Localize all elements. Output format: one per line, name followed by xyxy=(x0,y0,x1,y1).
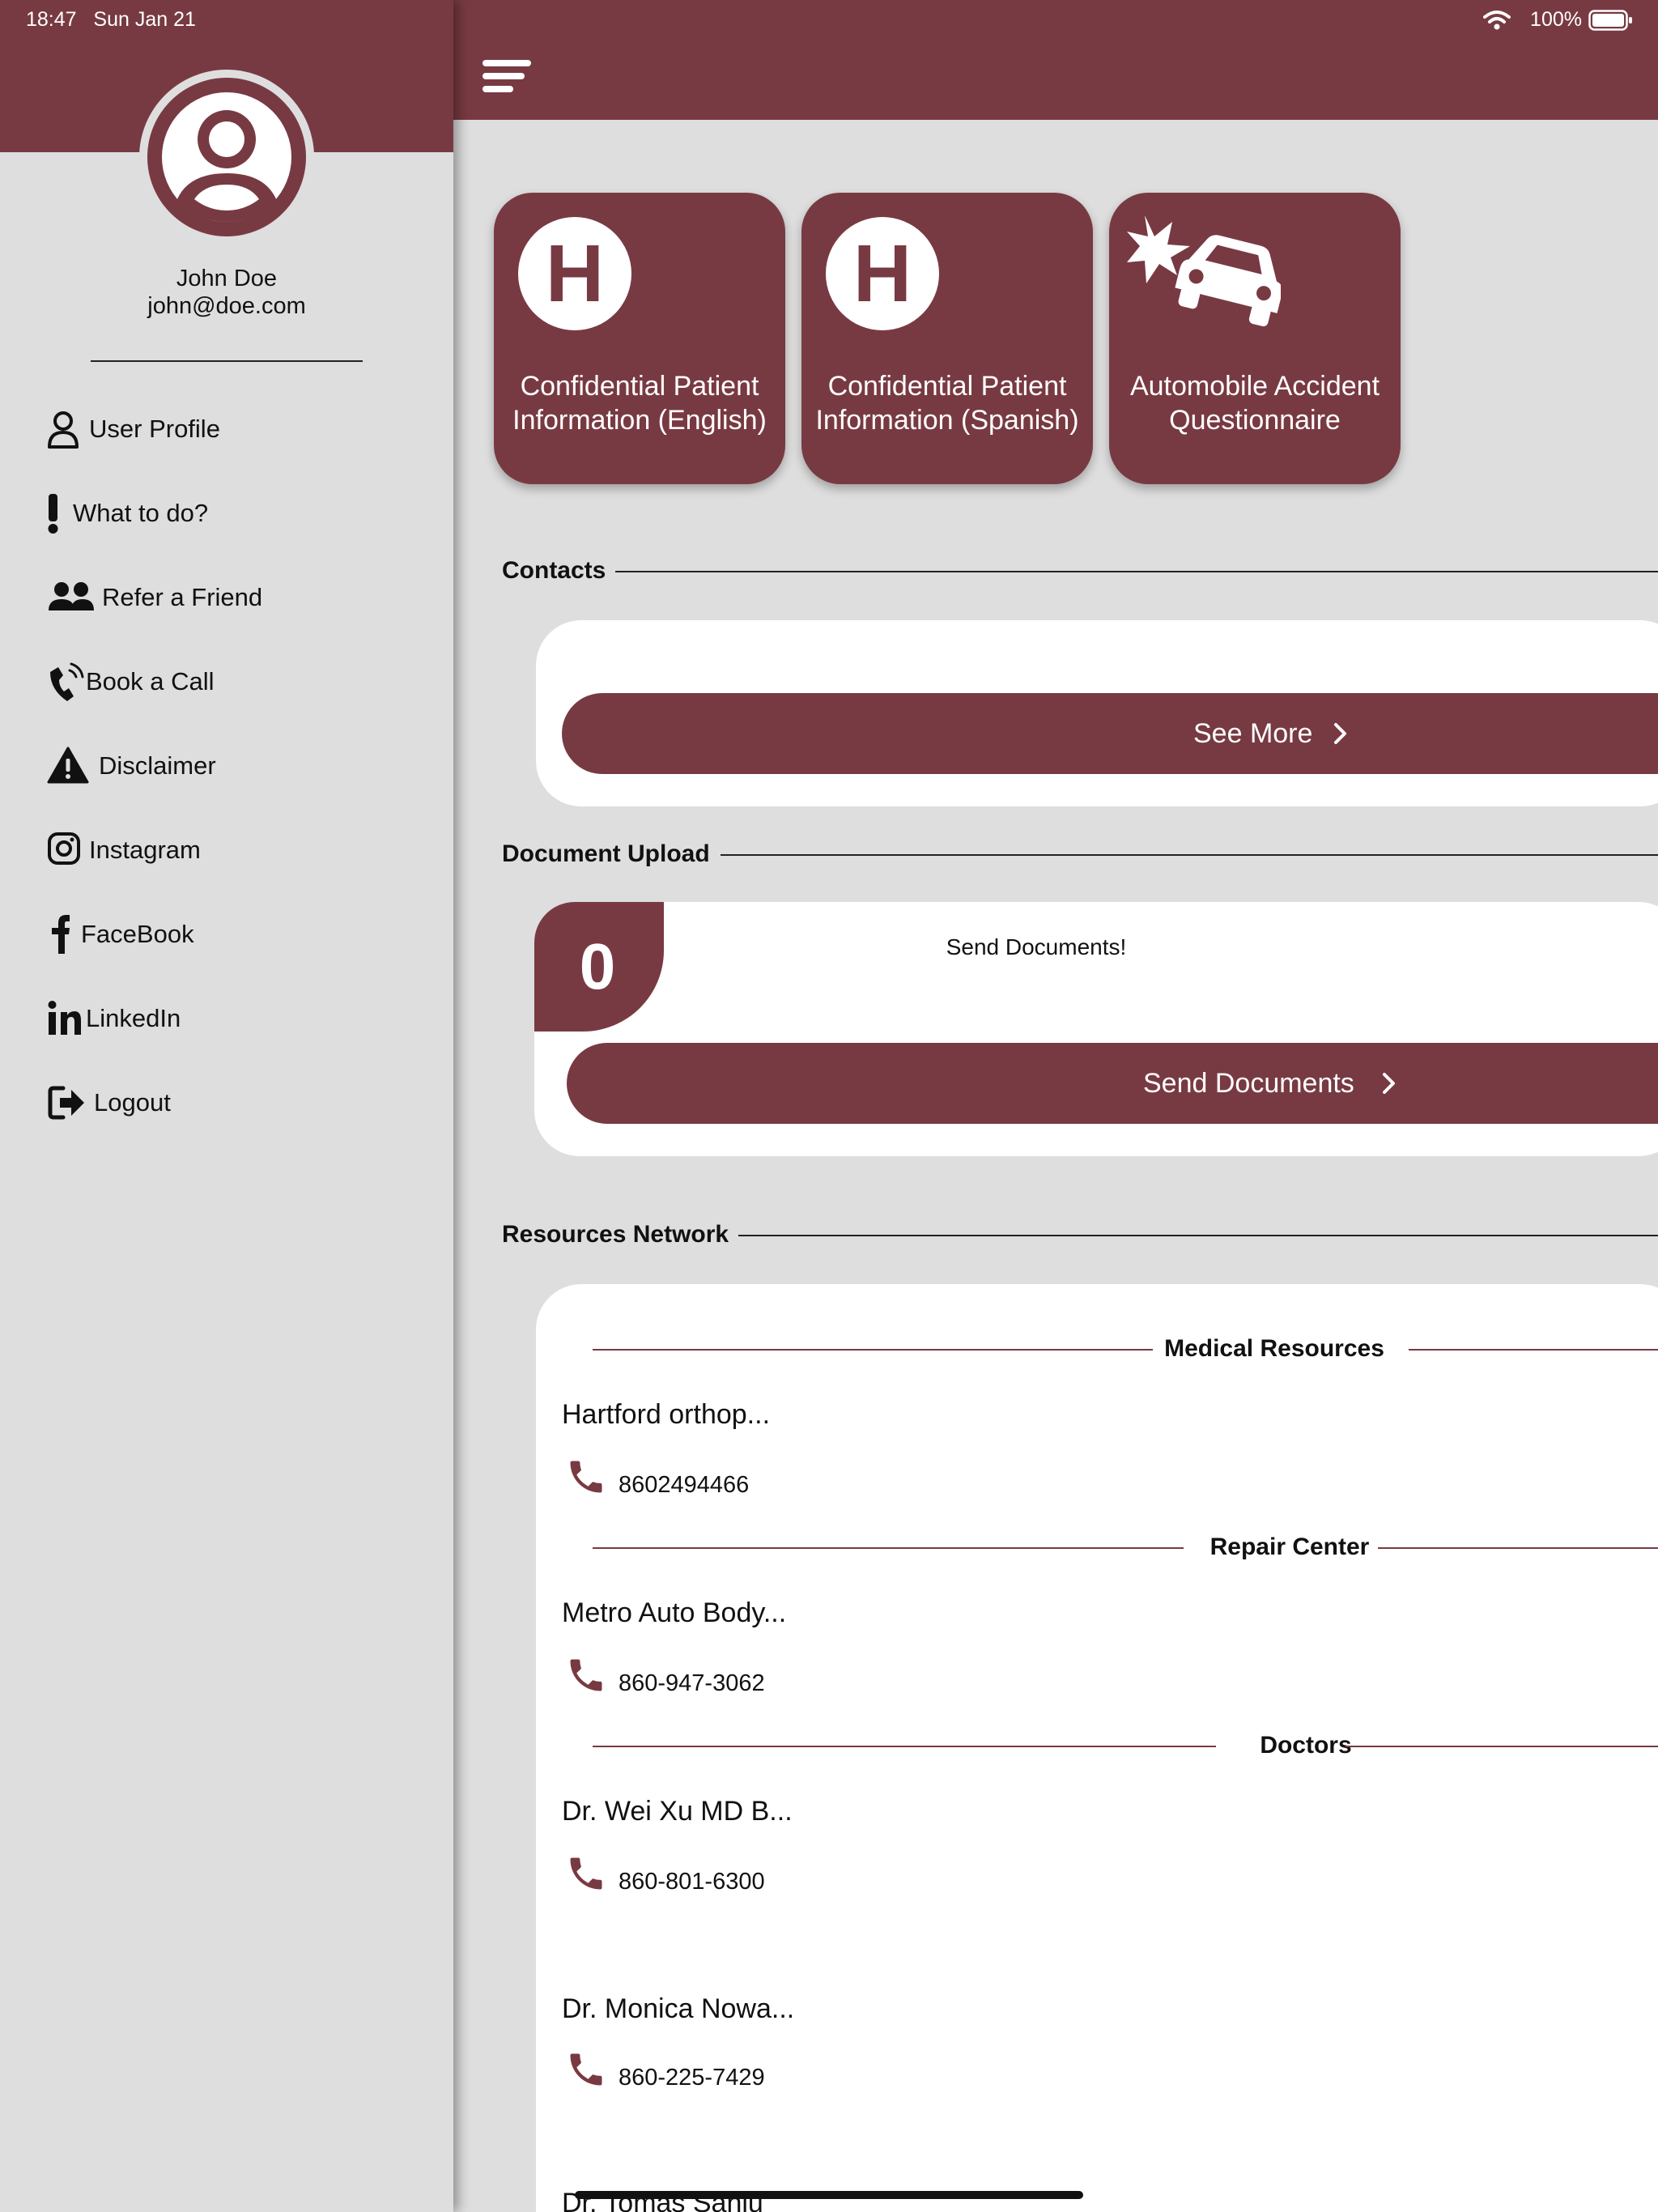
side-drawer: John Doe john@doe.com User Profile What … xyxy=(0,0,453,2212)
sidebar-item-linkedin[interactable]: LinkedIn xyxy=(47,994,419,1043)
document-upload-card: 0 Send Documents! Send Documents xyxy=(534,902,1658,1156)
resource-group-heading: Medical Resources xyxy=(536,1333,1658,1365)
linkedin-icon xyxy=(48,1001,81,1035)
users-icon xyxy=(49,582,94,610)
chevron-right-icon xyxy=(1383,1073,1395,1094)
section-title-contacts: Contacts xyxy=(502,557,616,585)
user-name: John Doe xyxy=(176,266,278,291)
resources-card: Medical Resources Hartford orthop... 860… xyxy=(536,1284,1658,2212)
resource-name[interactable]: Hartford orthop... xyxy=(562,1399,770,1431)
tile-label: Confidential Patient Information (Englis… xyxy=(512,371,767,436)
section-title-document-upload: Document Upload xyxy=(502,840,720,868)
phone-icon xyxy=(570,1857,602,1890)
resource-group-heading: Repair Center xyxy=(536,1531,1658,1563)
car-crash-icon xyxy=(1127,215,1281,327)
resource-group-heading: Doctors xyxy=(536,1729,1658,1762)
sidebar-item-disclaimer[interactable]: Disclaimer xyxy=(47,742,419,790)
avatar[interactable] xyxy=(139,70,314,245)
sidebar-item-refer-a-friend[interactable]: Refer a Friend xyxy=(47,573,419,622)
sidebar-item-what-to-do[interactable]: What to do? xyxy=(47,489,419,538)
home-indicator xyxy=(575,2191,1083,2199)
sidebar-divider xyxy=(91,360,363,362)
phone-icon xyxy=(570,2053,602,2086)
section-divider xyxy=(737,1235,1658,1236)
send-documents-button[interactable]: Send Documents xyxy=(567,1043,1658,1124)
see-more-button[interactable]: See More xyxy=(562,693,1658,774)
instagram-icon xyxy=(48,832,80,865)
tile-label: Automobile Accident Questionnaire xyxy=(1129,371,1380,436)
battery-icon xyxy=(1588,10,1632,31)
sidebar-item-book-a-call[interactable]: Book a Call xyxy=(47,657,419,706)
tile-patient-info-english[interactable]: H Confidential Patient Information (Engl… xyxy=(494,193,785,484)
hospital-icon: H xyxy=(518,217,631,330)
main-content: H Confidential Patient Information (Engl… xyxy=(453,0,1658,2212)
sidebar-item-facebook[interactable]: FaceBook xyxy=(47,910,419,959)
sidebar-item-instagram[interactable]: Instagram xyxy=(47,826,419,874)
section-title-resources-network: Resources Network xyxy=(502,1221,739,1249)
user-email: john@doe.com xyxy=(147,293,306,319)
hamburger-menu-icon[interactable] xyxy=(483,60,533,97)
wifi-icon xyxy=(1483,11,1511,30)
tile-accident-questionnaire[interactable]: Automobile Accident Questionnaire xyxy=(1109,193,1401,484)
user-icon xyxy=(48,411,79,449)
phone-icon xyxy=(570,1461,602,1493)
resource-name[interactable]: Metro Auto Body... xyxy=(562,1597,786,1629)
warning-icon xyxy=(47,747,89,784)
user-avatar-icon xyxy=(147,78,306,236)
contacts-card: See More xyxy=(536,620,1658,806)
tile-label: Confidential Patient Information (Spanis… xyxy=(815,371,1079,436)
section-divider xyxy=(615,571,1658,572)
battery-percent: 100% xyxy=(1530,8,1582,31)
phone-icon xyxy=(570,1659,602,1691)
phone-call-icon xyxy=(50,662,84,701)
section-divider xyxy=(721,854,1658,856)
send-documents-message: Send Documents! xyxy=(946,934,1127,959)
document-count-badge: 0 xyxy=(534,902,664,1032)
tile-patient-info-spanish[interactable]: H Confidential Patient Information (Span… xyxy=(801,193,1093,484)
resource-name[interactable]: Dr. Wei Xu MD B... xyxy=(562,1796,793,1827)
sidebar-item-logout[interactable]: Logout xyxy=(47,1078,419,1127)
hospital-icon: H xyxy=(826,217,939,330)
chevron-right-icon xyxy=(1334,723,1346,744)
logout-icon xyxy=(48,1086,84,1120)
status-bar-time: 18:47 Sun Jan 21 xyxy=(26,8,196,31)
top-bar xyxy=(453,0,1658,120)
sidebar-item-user-profile[interactable]: User Profile xyxy=(47,405,419,453)
resource-name[interactable]: Dr. Monica Nowa... xyxy=(562,1993,794,2025)
